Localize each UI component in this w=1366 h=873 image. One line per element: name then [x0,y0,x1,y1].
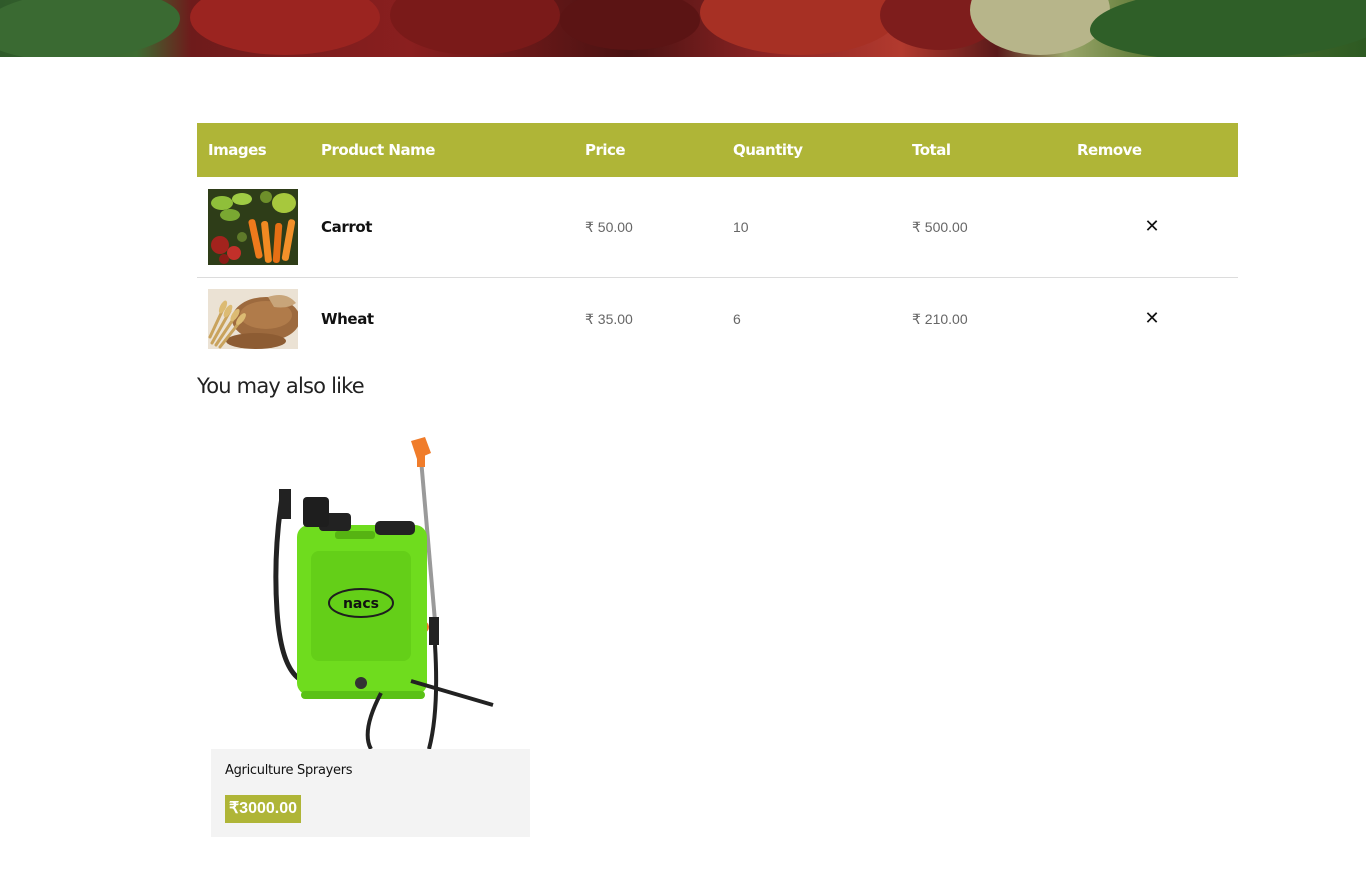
cart-table: Images Product Name Price Quantity Total… [197,123,1238,360]
cart-image-cell [197,278,310,361]
header-total: Total [901,123,1066,177]
header-images: Images [197,123,310,177]
product-quantity[interactable]: 6 [722,278,901,361]
product-total: ₹ 500.00 [901,177,1066,278]
remove-cell: ✕ [1066,177,1238,278]
header-remove: Remove [1066,123,1238,177]
product-name[interactable]: Wheat [310,278,574,361]
product-name[interactable]: Carrot [310,177,574,278]
remove-cell: ✕ [1066,278,1238,361]
header-product-name: Product Name [310,123,574,177]
svg-text:nacs: nacs [343,596,379,612]
related-product-name[interactable]: Agriculture Sprayers [225,763,353,778]
sprayer-image[interactable]: nacs [211,431,530,750]
header-quantity: Quantity [722,123,901,177]
cart-row: Wheat ₹ 35.00 6 ₹ 210.00 ✕ [197,278,1238,361]
cart-image-cell [197,177,310,278]
hero-banner [0,0,1366,57]
close-icon[interactable]: ✕ [1144,310,1159,328]
header-price: Price [574,123,722,177]
cart-row: Carrot ₹ 50.00 10 ₹ 500.00 ✕ [197,177,1238,278]
related-product-card[interactable]: nacs Agriculture Sprayers ₹3000.00 [211,431,530,837]
product-info: Agriculture Sprayers ₹3000.00 [211,749,530,837]
product-quantity[interactable]: 10 [722,177,901,278]
cart-header-row: Images Product Name Price Quantity Total… [197,123,1238,177]
related-heading: You may also like [197,374,365,398]
product-price: ₹ 35.00 [585,310,633,327]
carrot-thumbnail[interactable] [208,189,298,265]
wheat-thumbnail[interactable] [208,289,298,349]
product-price: ₹ 50.00 [574,177,722,278]
close-icon[interactable]: ✕ [1144,218,1159,236]
product-total: ₹ 210.00 [912,310,968,327]
price-badge: ₹3000.00 [225,795,302,823]
